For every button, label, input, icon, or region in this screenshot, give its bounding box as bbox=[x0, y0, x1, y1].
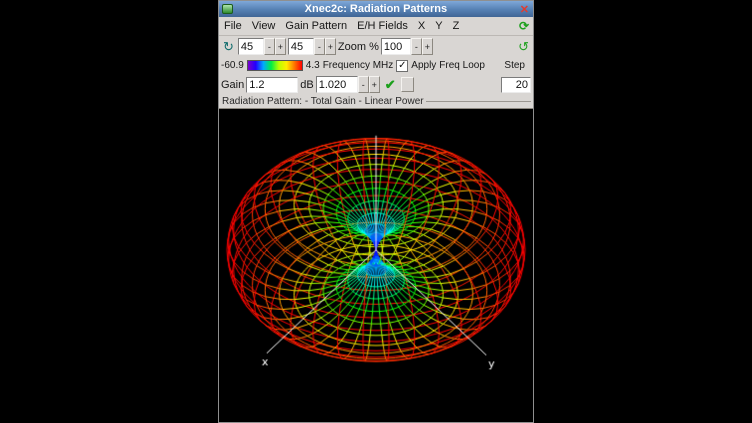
freq-loop-label: Freq Loop bbox=[439, 60, 485, 71]
azimuth-decrement-button[interactable]: - bbox=[264, 38, 275, 55]
checkmark-icon: ✓ bbox=[398, 60, 406, 71]
menu-file[interactable]: File bbox=[219, 19, 247, 33]
menu-gain-pattern[interactable]: Gain Pattern bbox=[280, 19, 352, 33]
azimuth-increment-button[interactable]: + bbox=[275, 38, 286, 55]
frequency-mhz-label: Frequency MHz bbox=[323, 60, 394, 71]
step-label: Step bbox=[504, 60, 531, 71]
apply-checkbox[interactable]: ✓ bbox=[396, 60, 408, 72]
menu-view[interactable]: View bbox=[247, 19, 281, 33]
title-bar[interactable]: Xnec2c: Radiation Patterns ✕ bbox=[219, 1, 533, 17]
rotate-view-icon[interactable]: ↻ bbox=[221, 39, 236, 55]
menu-eh-fields[interactable]: E/H Fields bbox=[352, 19, 413, 33]
window-menu-icon[interactable] bbox=[222, 4, 233, 14]
window-title: Xnec2c: Radiation Patterns bbox=[236, 3, 516, 15]
view-toolbar: ↻ - + - + Zoom % - + ↺ bbox=[219, 36, 533, 57]
freq-steps-field[interactable] bbox=[501, 77, 531, 93]
frequency-input[interactable] bbox=[316, 76, 358, 93]
gain-label: Gain bbox=[221, 79, 244, 91]
frequency-row: -60.9 4.3 Frequency MHz ✓ Apply Freq Loo… bbox=[219, 57, 533, 74]
desktop: { "window": { "title": "Xnec2c: Radiatio… bbox=[0, 0, 752, 423]
frequency-spinbox: - + bbox=[316, 76, 380, 93]
gain-scale-max-label: 4.3 bbox=[306, 60, 320, 71]
gain-value-field[interactable] bbox=[246, 77, 298, 93]
apply-label: Apply bbox=[411, 60, 436, 71]
zoom-spinbox: - + bbox=[381, 38, 433, 55]
menu-y[interactable]: Y bbox=[430, 19, 447, 33]
menu-x[interactable]: X bbox=[413, 19, 430, 33]
refresh-plot-icon[interactable]: ⟳ bbox=[519, 19, 529, 33]
zoom-input[interactable] bbox=[381, 38, 411, 55]
apply-frequency-icon[interactable]: ✔ bbox=[382, 77, 399, 93]
elevation-input[interactable] bbox=[288, 38, 314, 55]
pattern-title: Radiation Pattern: - Total Gain - Linear… bbox=[222, 96, 424, 107]
zoom-decrement-button[interactable]: - bbox=[411, 38, 422, 55]
radiation-patterns-window: Xnec2c: Radiation Patterns ✕ File View G… bbox=[218, 0, 534, 423]
db-label: dB bbox=[300, 79, 313, 91]
gain-row: Gain dB - + ✔ bbox=[219, 74, 533, 95]
frame-separator-line bbox=[426, 101, 531, 102]
close-icon[interactable]: ✕ bbox=[516, 3, 533, 16]
colorbar bbox=[247, 60, 303, 71]
menu-bar: File View Gain Pattern E/H Fields X Y Z … bbox=[219, 17, 533, 36]
frequency-decrement-button[interactable]: - bbox=[358, 76, 369, 93]
azimuth-spinbox: - + bbox=[238, 38, 286, 55]
freq-loop-start-button[interactable] bbox=[401, 77, 414, 92]
redraw-icon[interactable]: ↺ bbox=[516, 39, 531, 55]
elevation-increment-button[interactable]: + bbox=[325, 38, 336, 55]
elevation-spinbox: - + bbox=[288, 38, 336, 55]
gain-scale-min-label: -60.9 bbox=[221, 60, 244, 71]
elevation-decrement-button[interactable]: - bbox=[314, 38, 325, 55]
menu-z[interactable]: Z bbox=[448, 19, 465, 33]
radiation-pattern-canvas[interactable] bbox=[221, 109, 531, 422]
azimuth-input[interactable] bbox=[238, 38, 264, 55]
pattern-frame-label: Radiation Pattern: - Total Gain - Linear… bbox=[219, 95, 533, 108]
zoom-increment-button[interactable]: + bbox=[422, 38, 433, 55]
zoom-label: Zoom % bbox=[338, 41, 379, 53]
frequency-increment-button[interactable]: + bbox=[369, 76, 380, 93]
pattern-view bbox=[219, 108, 533, 422]
